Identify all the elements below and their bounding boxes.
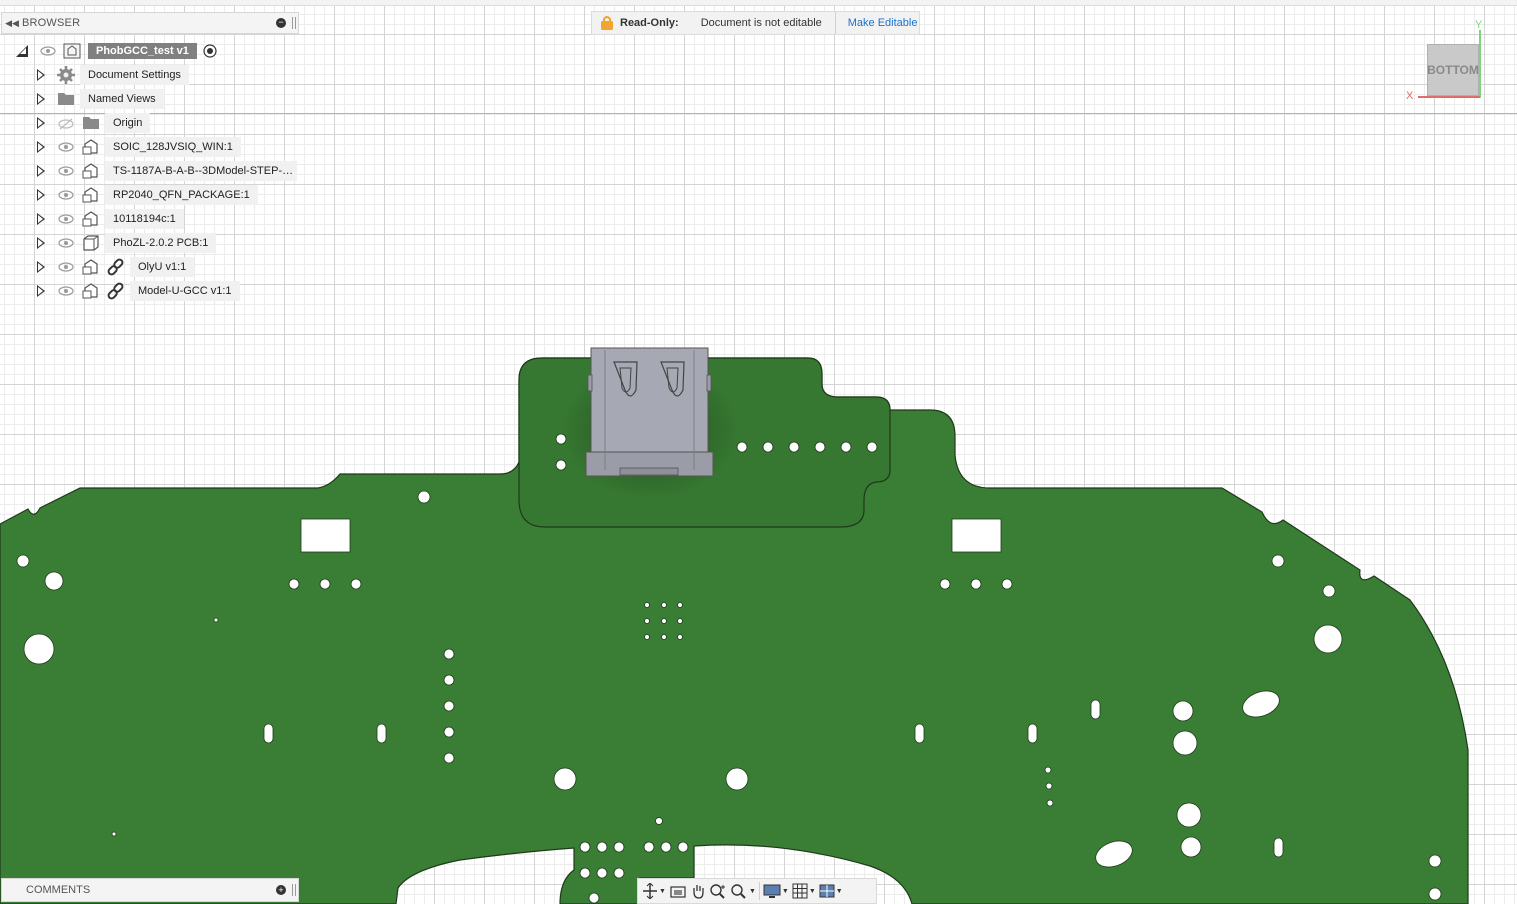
make-editable-link[interactable]: Make Editable (848, 17, 918, 29)
x-axis-indicator (1418, 96, 1480, 98)
expand-arrow-icon[interactable] (37, 117, 45, 129)
eye-icon[interactable] (58, 214, 74, 224)
comments-title: COMMENTS (26, 884, 91, 896)
minimize-icon[interactable]: − (276, 18, 286, 28)
expand-arrow-icon[interactable] (37, 93, 45, 105)
component-icon (82, 210, 100, 231)
root-document-label[interactable]: PhobGCC_test v1 (88, 43, 197, 59)
linked-component-icon (82, 282, 126, 303)
component-icon (82, 138, 100, 159)
panel-grip-icon[interactable] (292, 17, 296, 29)
browser-item-label[interactable]: Named Views (80, 89, 164, 109)
expand-arrow-icon[interactable] (37, 213, 45, 225)
folder-icon (82, 114, 100, 133)
y-axis-indicator (1479, 30, 1481, 98)
browser-item-label[interactable]: Origin (105, 113, 151, 133)
browser-item-label[interactable]: SOIC_128JVSIQ_WIN:1 (105, 137, 241, 157)
activate-radio-icon[interactable] (203, 44, 217, 58)
folder-icon (57, 90, 75, 109)
gear-icon (57, 66, 75, 87)
expand-arrow-icon[interactable] (37, 285, 45, 297)
browser-item-label[interactable]: Model-U-GCC v1:1 (130, 281, 240, 301)
eye-icon[interactable] (58, 238, 74, 248)
fit-icon[interactable]: ▼ (730, 881, 756, 901)
browser-panel-header[interactable]: ◀◀ BROWSER − (1, 12, 299, 34)
eye-icon[interactable] (58, 166, 74, 176)
readonly-message: Document is not editable (700, 17, 822, 29)
eye-hidden-icon[interactable] (58, 118, 74, 130)
look-at-icon[interactable] (669, 881, 687, 901)
document-icon (63, 43, 81, 59)
add-comment-icon[interactable]: + (276, 885, 286, 895)
toolbar-separator (758, 882, 760, 900)
expand-arrow-icon[interactable] (37, 141, 45, 153)
component-icon (82, 162, 100, 183)
expand-arrow-icon[interactable] (37, 237, 45, 249)
body-icon (82, 234, 100, 255)
zoom-icon[interactable] (709, 881, 727, 901)
viewports-icon[interactable]: ▼ (819, 881, 843, 901)
expanded-arrow-icon[interactable] (16, 45, 28, 57)
readonly-banner: Read-Only: Document is not editable Make… (591, 11, 920, 35)
readonly-title: Read-Only: (620, 17, 679, 29)
expand-arrow-icon[interactable] (37, 261, 45, 273)
viewcube[interactable]: BOTTOM (1427, 44, 1479, 96)
panel-grip-icon[interactable] (292, 884, 296, 896)
usb-connector (585, 347, 714, 477)
viewcube-face-label: BOTTOM (1427, 63, 1479, 77)
linked-component-icon (82, 258, 126, 279)
browser-item-label[interactable]: TS-1187A-B-A-B--3DModel-STEP-… (105, 161, 297, 181)
browser-item-label[interactable]: OlyU v1:1 (130, 257, 195, 277)
comments-panel[interactable]: COMMENTS + (1, 878, 299, 902)
browser-item-label[interactable]: 10118194c:1 (105, 209, 184, 229)
expand-arrow-icon[interactable] (37, 69, 45, 81)
eye-icon[interactable] (58, 142, 74, 152)
x-axis-label: X (1406, 90, 1414, 102)
separator (834, 12, 836, 34)
grid-icon[interactable]: ▼ (792, 881, 816, 901)
eye-icon[interactable] (58, 262, 74, 272)
navigation-toolbar: ▼ ▼ ▼ ▼ ▼ (637, 878, 877, 904)
pan-icon[interactable] (690, 881, 706, 901)
display-settings-icon[interactable]: ▼ (763, 881, 789, 901)
model-canvas[interactable] (0, 0, 1517, 904)
component-icon (82, 186, 100, 207)
browser-item-label[interactable]: PhoZL-2.0.2 PCB:1 (105, 233, 217, 253)
orbit-icon[interactable]: ▼ (642, 881, 666, 901)
eye-icon[interactable] (58, 190, 74, 200)
browser-item-label[interactable]: Document Settings (80, 65, 189, 85)
expand-arrow-icon[interactable] (37, 189, 45, 201)
lock-icon (601, 16, 613, 30)
eye-icon[interactable] (58, 286, 74, 296)
y-axis-label: Y (1475, 19, 1483, 31)
eye-icon[interactable] (40, 46, 56, 56)
browser-title: BROWSER (22, 17, 81, 29)
browser-item-label[interactable]: RP2040_QFN_PACKAGE:1 (105, 185, 258, 205)
expand-arrow-icon[interactable] (37, 165, 45, 177)
collapse-panel-icon[interactable]: ◀◀ (2, 18, 22, 29)
